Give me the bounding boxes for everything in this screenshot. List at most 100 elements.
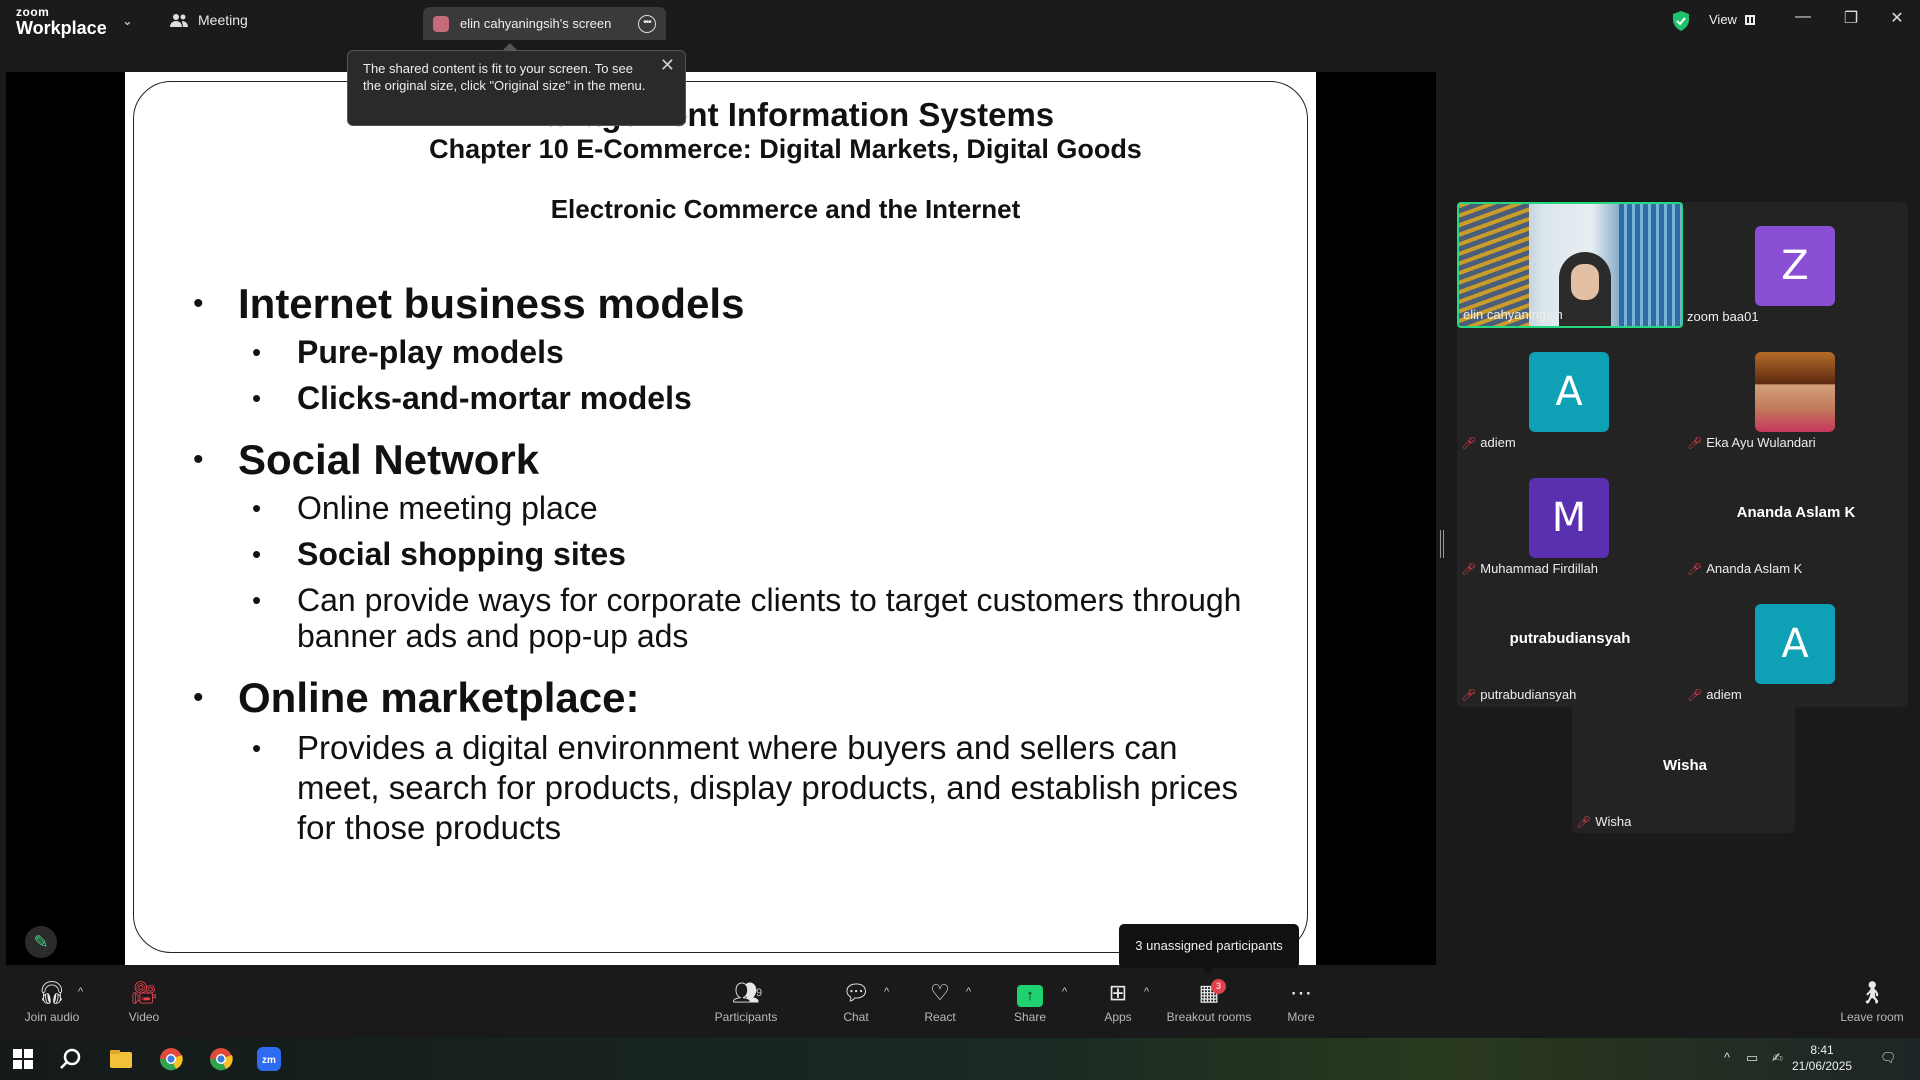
bullet-text: Social Network [238, 436, 540, 483]
bullet-text: Online meeting place [297, 490, 598, 526]
meeting-toolbar: 🎧︎ Join audio ^ 🎥︎ Video 👥︎ 9 Participant… [0, 978, 1920, 1038]
participant-tile[interactable]: A 🎤︎ adiem [1683, 580, 1909, 706]
bullet-text: Pure-play models [297, 334, 564, 370]
zoom-workplace-logo[interactable]: zoom Workplace [16, 6, 107, 37]
video-off-icon: 🎥︎ [130, 980, 158, 1005]
audio-options-caret-icon[interactable]: ^ [78, 986, 83, 998]
react-options-caret-icon[interactable]: ^ [966, 986, 971, 998]
share-button[interactable]: ↑ Share [990, 978, 1070, 1024]
minimize-icon[interactable]: — [1788, 8, 1818, 26]
shared-screen-tab[interactable]: elin cahyaningsih's screen ••• [423, 7, 666, 40]
participant-tile[interactable]: A 🎤︎ adiem [1457, 328, 1683, 454]
file-explorer-icon[interactable] [108, 1046, 134, 1072]
more-icon: ⋯ [1290, 980, 1312, 1005]
bullet-level2: • Clicks-and-mortar models [252, 380, 692, 416]
windows-start-icon[interactable] [10, 1046, 36, 1072]
leave-room-button[interactable]: 🚶︎ Leave room [1832, 978, 1912, 1024]
chat-button[interactable]: 💬︎ Chat [816, 978, 896, 1024]
participant-tile-video[interactable]: elin cahyaningsih [1457, 202, 1683, 328]
more-button[interactable]: ⋯ More [1261, 978, 1341, 1024]
participant-tile[interactable]: Wisha 🎤︎ Wisha [1572, 707, 1795, 833]
avatar: Z [1755, 226, 1835, 306]
participant-name-label: zoom baa01 [1687, 309, 1759, 324]
bullet-text: Online marketplace: [238, 674, 640, 721]
participant-name-label: 🎤︎ Eka Ayu Wulandari [1687, 435, 1816, 450]
slide-heading: Electronic Commerce and the Internet [550, 194, 1021, 224]
breakout-rooms-icon: ▦ 3 [1165, 978, 1253, 1008]
brand-small: zoom [16, 5, 50, 19]
chat-options-caret-icon[interactable]: ^ [884, 986, 889, 998]
avatar: M [1529, 478, 1609, 558]
clock-date: 21/06/2025 [1792, 1059, 1853, 1073]
react-button[interactable]: ♡ React [900, 978, 980, 1024]
security-shield-icon[interactable] [1672, 11, 1690, 31]
participant-display-name: putrabudiansyah [1509, 630, 1631, 647]
participants-count: 9 [756, 987, 763, 999]
mic-muted-icon: 🎤︎ [1687, 561, 1703, 576]
leave-room-icon: 🚶︎ [1858, 980, 1886, 1005]
participant-name-label: 🎤︎ Ananda Aslam K [1687, 561, 1803, 576]
network-icon[interactable]: ▭ [1746, 1050, 1758, 1066]
participant-name-label: 🎤︎ Muhammad Firdillah [1461, 561, 1598, 576]
mic-muted-icon: 🎤︎ [1687, 687, 1703, 702]
taskbar-clock[interactable]: 8:41 21/06/2025 [1792, 1042, 1852, 1074]
meeting-label: Meeting [198, 12, 248, 28]
mic-muted-icon: 🎤︎ [1461, 687, 1477, 702]
breakout-rooms-button[interactable]: ▦ 3 Breakout rooms [1165, 978, 1253, 1024]
mic-muted-icon: 🎤︎ [1576, 814, 1592, 829]
share-screen-icon: ↑ [1017, 985, 1043, 1007]
bullet-level2: • Online meeting place [252, 490, 598, 526]
video-button[interactable]: 🎥︎ Video [104, 978, 184, 1024]
bullet-level2: • Provides a digital environment where bu… [252, 728, 1253, 848]
view-label: View [1709, 12, 1737, 27]
participant-tile[interactable]: putrabudiansyah 🎤︎ putrabudiansyah [1457, 580, 1683, 706]
bullet-level1: • Online marketplace: [193, 674, 640, 721]
participant-tile[interactable]: 🎤︎ Eka Ayu Wulandari [1683, 328, 1909, 454]
participant-tile[interactable]: M 🎤︎ Muhammad Firdillah [1457, 454, 1683, 580]
participant-display-name: Ananda Aslam K [1736, 504, 1856, 521]
chrome-active-icon[interactable] [208, 1046, 234, 1072]
panel-resize-handle[interactable] [1440, 530, 1444, 558]
bullet-text: Can provide ways for corporate clients t… [297, 582, 1242, 654]
avatar-photo [1755, 352, 1835, 432]
participants-button[interactable]: 👥︎ 9 Participants [706, 978, 786, 1024]
notice-text: The shared content is fit to your screen… [363, 61, 646, 93]
restore-icon[interactable]: ❐ [1836, 8, 1866, 28]
apps-button[interactable]: ⊞ Apps [1078, 978, 1158, 1024]
zoom-app-icon[interactable]: zm [256, 1046, 282, 1072]
tray-chevron-up-icon[interactable]: ^ [1724, 1050, 1730, 1065]
bullet-level1: • Social Network [193, 436, 540, 483]
search-icon[interactable] [58, 1046, 84, 1072]
participant-tile[interactable]: Ananda Aslam K 🎤︎ Ananda Aslam K [1683, 454, 1909, 580]
clock-time: 8:41 [1810, 1043, 1834, 1057]
bullet-level1: • Internet business models [193, 280, 745, 327]
bullet-level2: • Social shopping sites [252, 536, 626, 572]
bullet-level2: • Pure-play models [252, 334, 564, 370]
share-options-caret-icon[interactable]: ^ [1062, 986, 1067, 998]
annotate-pencil-icon[interactable]: ✎ [25, 926, 57, 958]
participants-icon: 👥︎ 9 [706, 978, 786, 1008]
chevron-down-icon[interactable]: ⌄ [122, 13, 133, 29]
participant-name-label: elin cahyaningsih [1463, 307, 1563, 322]
chrome-icon[interactable] [158, 1046, 184, 1072]
bullet-text: Internet business models [238, 280, 745, 327]
fit-to-screen-notice: The shared content is fit to your screen… [347, 43, 686, 126]
bullet-level2: • Can provide ways for corporate clients … [252, 582, 1253, 654]
participant-name-label: 🎤︎ adiem [1461, 435, 1516, 450]
bullet-text: Provides a digital environment where buy… [297, 729, 1238, 846]
pen-icon[interactable]: ✍︎ [1772, 1050, 1783, 1066]
join-audio-button[interactable]: 🎧︎ Join audio [12, 978, 92, 1024]
more-options-icon[interactable]: ••• [638, 14, 656, 33]
participant-display-name: Wisha [1662, 757, 1708, 774]
view-button[interactable]: View [1709, 12, 1755, 27]
shared-screen-label: elin cahyaningsih's screen [460, 16, 612, 31]
avatar: A [1755, 604, 1835, 684]
participant-name-label: 🎤︎ putrabudiansyah [1461, 687, 1577, 702]
notification-icon[interactable]: 🗨︎ [1880, 1050, 1897, 1066]
meeting-tab[interactable]: Meeting [170, 12, 248, 28]
apps-options-caret-icon[interactable]: ^ [1144, 986, 1149, 998]
participant-tile[interactable]: Z zoom baa01 [1683, 202, 1909, 328]
close-icon[interactable]: ✕ [1882, 8, 1912, 28]
close-notice-icon[interactable]: ✕ [660, 56, 675, 74]
bullet-text: Social shopping sites [297, 536, 626, 572]
